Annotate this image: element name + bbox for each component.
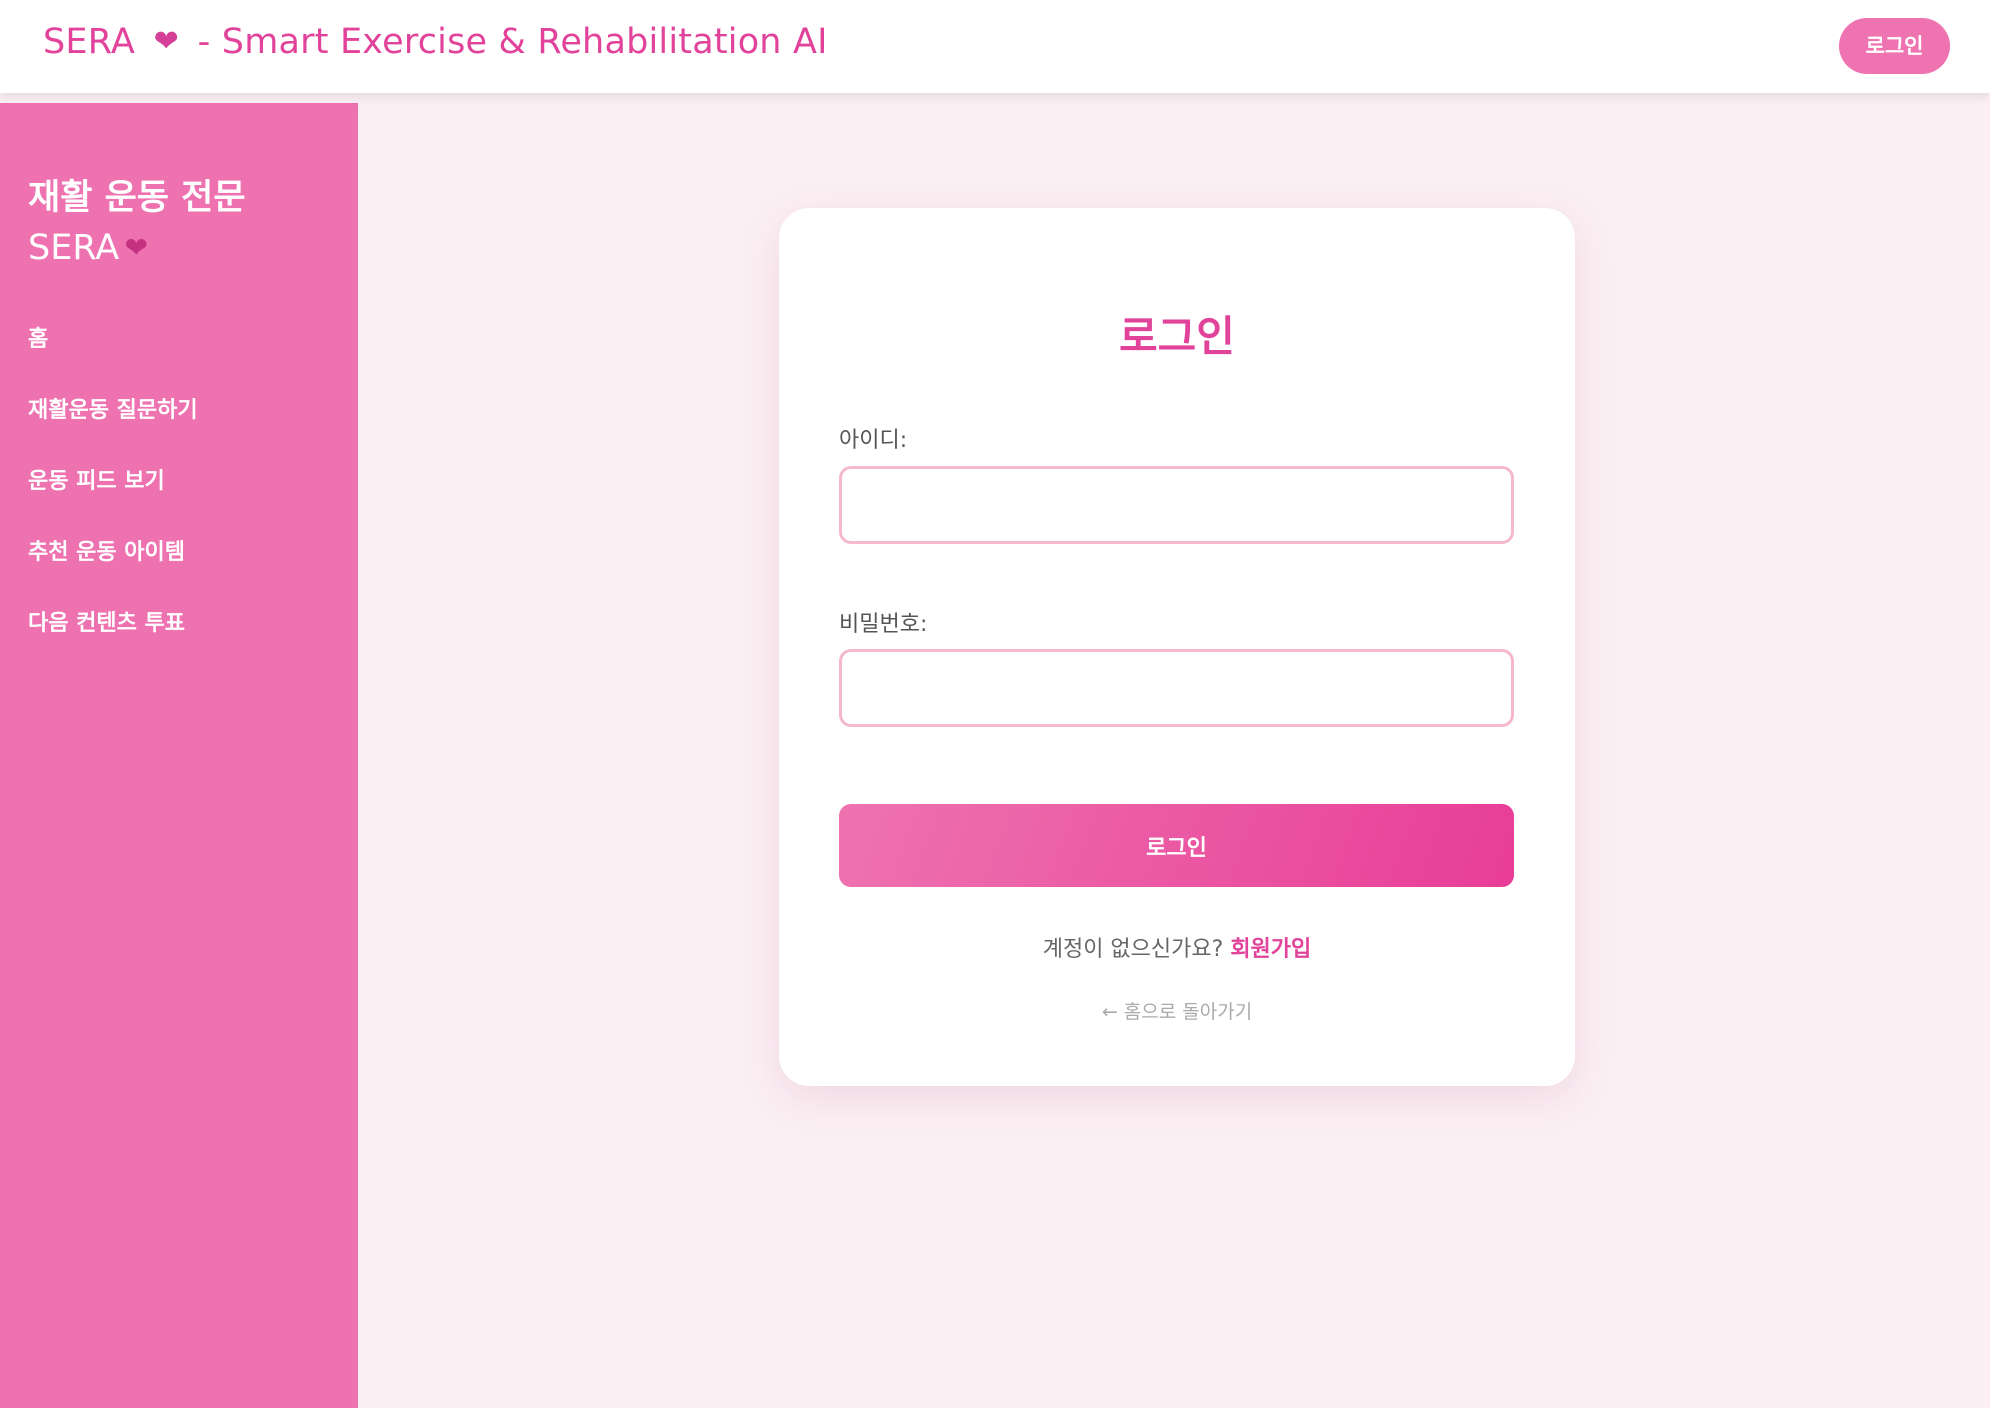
- sidebar-nav: 홈 재활운동 질문하기 운동 피드 보기 추천 운동 아이템 다음 컨텐츠 투표: [28, 325, 198, 680]
- sidebar-brand-name: SERA: [28, 228, 120, 268]
- signup-row: 계정이 없으신가요? 회원가입: [779, 931, 1575, 963]
- sidebar-brand: 재활 운동 전문 SERA ❤: [28, 173, 328, 273]
- top-bar: SERA ❤ - Smart Exercise & Rehabilitation…: [0, 0, 1990, 93]
- sidebar-item-exercise-feed[interactable]: 운동 피드 보기: [28, 467, 198, 538]
- signup-prompt: 계정이 없으신가요?: [1042, 937, 1231, 962]
- sparkling-hearts-icon: ❤: [153, 24, 179, 59]
- password-input[interactable]: [839, 649, 1514, 727]
- app-title-suffix: - Smart Exercise & Rehabilitation AI: [197, 22, 828, 62]
- login-submit-button[interactable]: 로그인: [839, 804, 1514, 887]
- sidebar: 재활 운동 전문 SERA ❤ 홈 재활운동 질문하기 운동 피드 보기 추천 운…: [0, 103, 358, 1408]
- header-login-button[interactable]: 로그인: [1839, 18, 1950, 74]
- signup-link[interactable]: 회원가입: [1230, 937, 1311, 962]
- sidebar-item-ask-rehab[interactable]: 재활운동 질문하기: [28, 396, 198, 467]
- sparkling-hearts-icon: ❤: [124, 231, 148, 264]
- app-title: SERA ❤ - Smart Exercise & Rehabilitation…: [43, 22, 828, 62]
- sidebar-brand-line2: SERA ❤: [28, 223, 328, 273]
- id-input[interactable]: [839, 466, 1514, 544]
- login-title: 로그인: [1119, 312, 1235, 361]
- app-title-prefix: SERA: [43, 22, 135, 62]
- sidebar-item-home[interactable]: 홈: [28, 325, 198, 396]
- password-label: 비밀번호:: [839, 612, 928, 637]
- sidebar-item-content-vote[interactable]: 다음 컨텐츠 투표: [28, 609, 198, 680]
- sidebar-brand-line1: 재활 운동 전문: [28, 178, 246, 218]
- back-home-link[interactable]: ← 홈으로 돌아가기: [779, 997, 1575, 1024]
- id-label: 아이디:: [839, 428, 908, 453]
- sidebar-item-recommended-items[interactable]: 추천 운동 아이템: [28, 538, 198, 609]
- login-card: 로그인 아이디: 비밀번호: 로그인 계정이 없으신가요? 회원가입 ← 홈으로…: [779, 208, 1575, 1086]
